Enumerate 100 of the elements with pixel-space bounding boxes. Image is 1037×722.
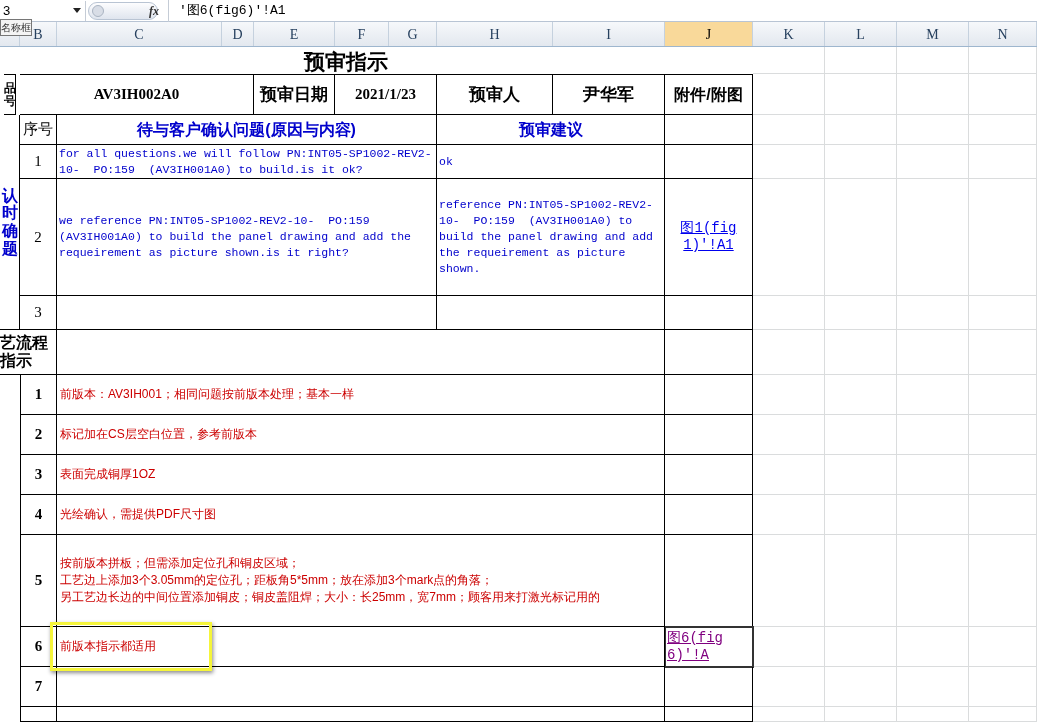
column-header[interactable]: L bbox=[825, 22, 897, 46]
empty-cell bbox=[897, 330, 969, 375]
column-header[interactable]: E bbox=[254, 22, 335, 46]
empty-cell bbox=[969, 296, 1037, 330]
row-number: 2 bbox=[20, 179, 57, 296]
empty-cell bbox=[969, 667, 1037, 707]
column-header[interactable]: M bbox=[897, 22, 969, 46]
empty-cell bbox=[825, 145, 897, 179]
instruction-text: 标记加在CS层空白位置，参考前版本 bbox=[60, 426, 258, 443]
empty-cell bbox=[753, 47, 825, 74]
side-label: 认时确题 bbox=[1, 186, 18, 258]
empty-cell bbox=[969, 115, 1037, 145]
table-cell: 品号 bbox=[4, 74, 16, 115]
instruction-text: 工艺边上添加3个3.05mm的定位孔；距板角5*5mm；放在添加3个mark点的角落； bbox=[60, 572, 495, 589]
empty-cell bbox=[825, 495, 897, 535]
instruction-text: 光绘确认，需提供PDF尺寸图 bbox=[60, 506, 217, 523]
empty-cell bbox=[969, 74, 1037, 115]
section-label: 指示 bbox=[0, 352, 32, 370]
formula-field[interactable]: '图6(fig6)'!A1 bbox=[179, 0, 286, 21]
empty-cell bbox=[897, 627, 969, 667]
row-number: 4 bbox=[20, 495, 57, 535]
empty-cell bbox=[897, 455, 969, 495]
column-header[interactable]: J bbox=[665, 22, 753, 46]
question-text: we reference PN:INT05-SP1002-REV2-10- PO:159 (AV3IH001A0) to build the panel drawing and add the requeirement as picture shown.is it right? bbox=[59, 213, 412, 261]
empty-cell bbox=[753, 74, 825, 115]
empty-cell bbox=[825, 627, 897, 667]
instruction-text: 另工艺边长边的中间位置添加铜皮；铜皮盖阻焊；大小：长25mm，宽7mm；顾客用来打激光标记用的 bbox=[60, 589, 601, 606]
empty-cell bbox=[969, 145, 1037, 179]
empty-cell bbox=[969, 707, 1037, 722]
question-text: for all questions.we will follow PN:INT05-SP1002-REV2-10- PO:159 (AV3IH001A0) to build.is it ok? bbox=[59, 145, 433, 178]
table-cell: 尹华军 bbox=[553, 74, 665, 115]
empty-cell bbox=[969, 627, 1037, 667]
empty-cell bbox=[969, 375, 1037, 415]
empty-cell bbox=[825, 415, 897, 455]
table-cell: 序号 bbox=[20, 115, 57, 145]
empty-cell bbox=[825, 115, 897, 145]
empty-cell bbox=[753, 415, 825, 455]
row-number: 1 bbox=[20, 145, 57, 179]
table-cell: 附件/附图 bbox=[665, 74, 753, 115]
empty-cell bbox=[825, 296, 897, 330]
row-number: 1 bbox=[20, 375, 57, 415]
suggestion-text: reference PN:INT05-SP1002-REV2-10- PO:159 (AV3IH001A0) to build the panel drawing and add the requeirement as picture shown. bbox=[439, 197, 654, 277]
row-number: 3 bbox=[20, 455, 57, 495]
column-header[interactable]: D bbox=[222, 22, 254, 46]
empty-cell bbox=[825, 667, 897, 707]
empty-cell bbox=[825, 74, 897, 115]
empty-cell bbox=[897, 707, 969, 722]
instruction-text: 表面完成铜厚1OZ bbox=[60, 466, 157, 483]
empty-cell bbox=[753, 455, 825, 495]
column-header[interactable]: K bbox=[753, 22, 825, 46]
column-header[interactable]: N bbox=[969, 22, 1037, 46]
hyperlink[interactable]: 图1(fig1)'!A1 bbox=[667, 220, 750, 254]
row-number: 6 bbox=[20, 627, 57, 667]
empty-cell bbox=[969, 455, 1037, 495]
hyperlink[interactable]: 图6(fig6)'!A bbox=[667, 629, 750, 664]
sheet-title: 预审指示 bbox=[302, 49, 389, 74]
resize-handle[interactable] bbox=[88, 1, 158, 20]
table-cell: 预审建议 bbox=[437, 115, 665, 145]
empty-cell bbox=[753, 330, 825, 375]
empty-cell bbox=[825, 375, 897, 415]
empty-cell bbox=[897, 74, 969, 115]
empty-cell bbox=[969, 415, 1037, 455]
empty-cell bbox=[753, 707, 825, 722]
table-cell: 待与客户确认问题(原因与内容) bbox=[57, 115, 437, 145]
row-number: 7 bbox=[20, 667, 57, 707]
suggestion-text: ok bbox=[439, 153, 453, 170]
empty-cell bbox=[897, 375, 969, 415]
table-cell: AV3IH002A0 bbox=[20, 74, 254, 115]
table-cell: 预审人 bbox=[437, 74, 553, 115]
empty-cell bbox=[897, 145, 969, 179]
column-header[interactable]: G bbox=[389, 22, 437, 46]
empty-cell bbox=[753, 145, 825, 179]
empty-cell bbox=[753, 115, 825, 145]
dropdown-caret-icon[interactable] bbox=[73, 8, 81, 13]
instruction-text: 前版本：AV3IH001；相同问题按前版本处理；基本一样 bbox=[60, 386, 355, 403]
empty-cell bbox=[969, 47, 1037, 74]
row-number: 5 bbox=[20, 535, 57, 627]
empty-cell bbox=[897, 47, 969, 74]
empty-cell bbox=[753, 296, 825, 330]
column-header[interactable]: H bbox=[437, 22, 553, 46]
instruction-text: 前版本指示都适用 bbox=[60, 638, 157, 655]
column-header[interactable]: C bbox=[57, 22, 222, 46]
empty-cell bbox=[20, 707, 57, 722]
empty-cell bbox=[753, 627, 825, 667]
empty-cell bbox=[897, 667, 969, 707]
empty-cell bbox=[825, 330, 897, 375]
column-header[interactable]: F bbox=[335, 22, 389, 46]
tooltip: 名称框 bbox=[0, 19, 32, 36]
empty-cell bbox=[969, 330, 1037, 375]
insert-function-button[interactable]: fx bbox=[142, 1, 166, 20]
empty-cell bbox=[897, 115, 969, 145]
row-number: 2 bbox=[20, 415, 57, 455]
section-label: 艺流程 bbox=[0, 334, 48, 352]
table-cell: 预审日期 bbox=[254, 74, 335, 115]
empty-cell bbox=[753, 495, 825, 535]
empty-cell bbox=[753, 667, 825, 707]
empty-cell bbox=[897, 296, 969, 330]
empty-cell bbox=[753, 375, 825, 415]
instruction-text: 按前版本拼板；但需添加定位孔和铜皮区域； bbox=[60, 555, 301, 572]
empty-cell bbox=[897, 415, 969, 455]
